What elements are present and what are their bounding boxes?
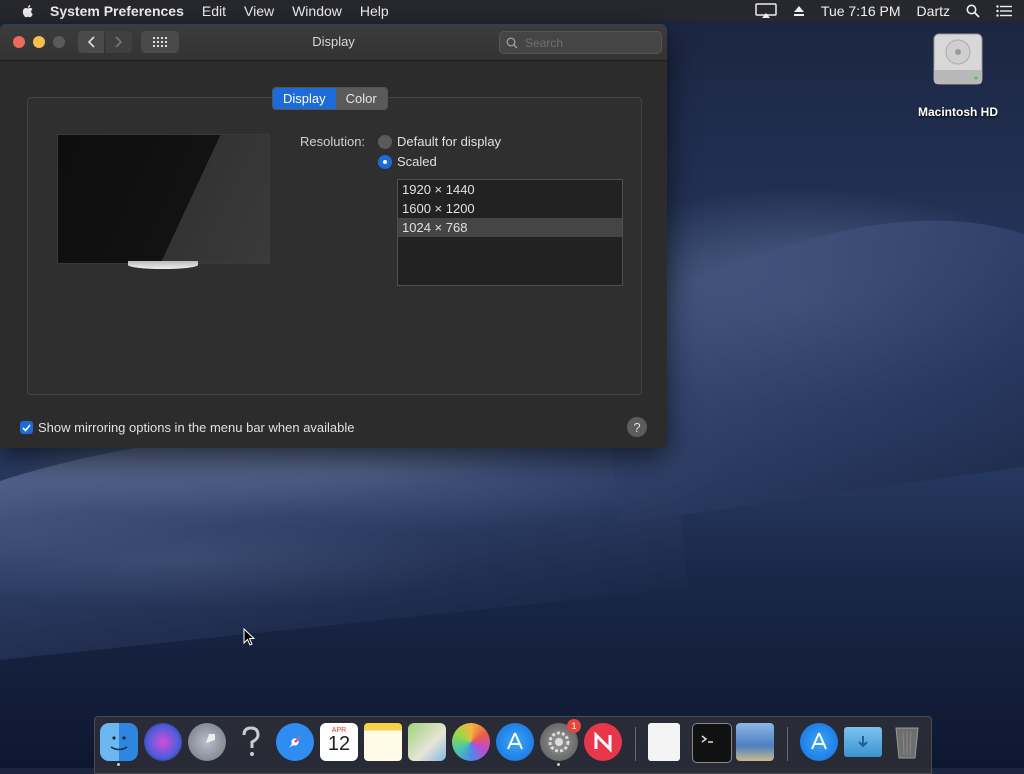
terminal-icon[interactable] <box>692 723 732 763</box>
menu-clock[interactable]: Tue 7:16 PM <box>821 3 901 19</box>
terminal-prompt-icon <box>701 735 713 743</box>
calendar-icon[interactable]: APR 12 <box>320 723 358 761</box>
search-field[interactable] <box>499 31 662 54</box>
radio-button[interactable] <box>378 134 392 149</box>
mirroring-label: Show mirroring options in the menu bar w… <box>38 420 355 435</box>
display-stand <box>128 261 198 269</box>
menu-view[interactable]: View <box>244 3 274 19</box>
airplay-display-icon[interactable] <box>755 3 777 19</box>
resolution-option[interactable]: 1920 × 1440 <box>398 180 622 199</box>
radio-button[interactable] <box>378 154 392 169</box>
finder-face-icon <box>110 736 128 751</box>
checkmark-icon <box>22 423 31 432</box>
resolution-option[interactable]: 1600 × 1200 <box>398 199 622 218</box>
app-store-icon[interactable] <box>496 723 534 761</box>
title-bar[interactable]: Display <box>0 24 667 61</box>
downloads-folder-icon[interactable] <box>844 727 882 757</box>
notification-badge: 1 <box>567 719 581 733</box>
news-n-icon <box>594 731 612 753</box>
menu-help[interactable]: Help <box>360 3 389 19</box>
trash-can-icon <box>895 727 919 759</box>
desktop-item-macintosh-hd[interactable]: Macintosh HD <box>912 30 1004 119</box>
finder-icon[interactable] <box>100 723 138 761</box>
maps-icon[interactable] <box>408 723 446 761</box>
app-store-a-icon <box>507 732 523 750</box>
app-store-download-icon[interactable] <box>800 723 838 761</box>
display-preferences-window: Display Display Color Resolution: Defaul… <box>0 24 667 448</box>
running-indicator <box>117 763 120 766</box>
search-input[interactable] <box>523 34 647 51</box>
launchpad-icon[interactable] <box>188 723 226 761</box>
safari-icon[interactable] <box>276 723 314 761</box>
help-icon[interactable] <box>232 723 270 761</box>
eject-icon[interactable] <box>793 5 805 17</box>
tab-display[interactable]: Display <box>273 88 336 109</box>
dock-separator <box>787 727 788 761</box>
question-mark-icon <box>242 726 260 756</box>
notes-icon[interactable] <box>364 723 402 761</box>
tab-color[interactable]: Color <box>335 88 387 109</box>
calendar-day: 12 <box>327 733 351 755</box>
apple-menu-icon[interactable] <box>20 3 36 19</box>
radio-label: Default for display <box>397 134 502 149</box>
resolution-label: Resolution: <box>300 134 366 149</box>
running-indicator <box>557 763 560 766</box>
desktop-item-label: Macintosh HD <box>917 105 998 119</box>
resolution-list[interactable]: 1920 × 1440 1600 × 1200 1024 × 768 <box>397 179 623 286</box>
tab-bar: Display Color <box>272 87 388 110</box>
menu-window[interactable]: Window <box>292 3 342 19</box>
download-arrow-icon <box>858 736 868 748</box>
app-store-a-icon <box>811 732 827 750</box>
radio-label: Scaled <box>397 154 437 169</box>
compass-icon <box>289 736 301 748</box>
radio-scaled[interactable]: Scaled <box>378 154 437 169</box>
mouse-cursor-icon <box>243 628 255 646</box>
photos-icon[interactable] <box>452 723 490 761</box>
search-icon <box>506 37 518 49</box>
dock: APR 12 1 <box>94 716 932 774</box>
menu-app-name[interactable]: System Preferences <box>50 3 184 19</box>
help-button[interactable]: ? <box>627 417 647 437</box>
menu-edit[interactable]: Edit <box>202 3 226 19</box>
gear-icon <box>548 731 570 753</box>
trash-icon[interactable] <box>888 723 926 761</box>
spotlight-icon[interactable] <box>966 4 980 18</box>
mirroring-checkbox[interactable] <box>20 421 33 434</box>
mirroring-option[interactable]: Show mirroring options in the menu bar w… <box>20 420 355 435</box>
siri-icon[interactable] <box>144 723 182 761</box>
display-preview <box>57 134 270 264</box>
textedit-icon[interactable] <box>648 723 680 761</box>
news-icon[interactable] <box>584 723 622 761</box>
hard-drive-icon <box>933 33 983 85</box>
menu-bar: System Preferences Edit View Window Help… <box>0 0 1024 22</box>
menu-user[interactable]: Dartz <box>917 3 950 19</box>
notification-center-icon[interactable] <box>996 5 1012 17</box>
resolution-option-selected[interactable]: 1024 × 768 <box>398 218 622 237</box>
radio-default-for-display[interactable]: Default for display <box>378 134 501 149</box>
dock-separator <box>635 727 636 761</box>
rocket-icon <box>200 734 215 749</box>
preview-icon[interactable] <box>736 723 774 761</box>
